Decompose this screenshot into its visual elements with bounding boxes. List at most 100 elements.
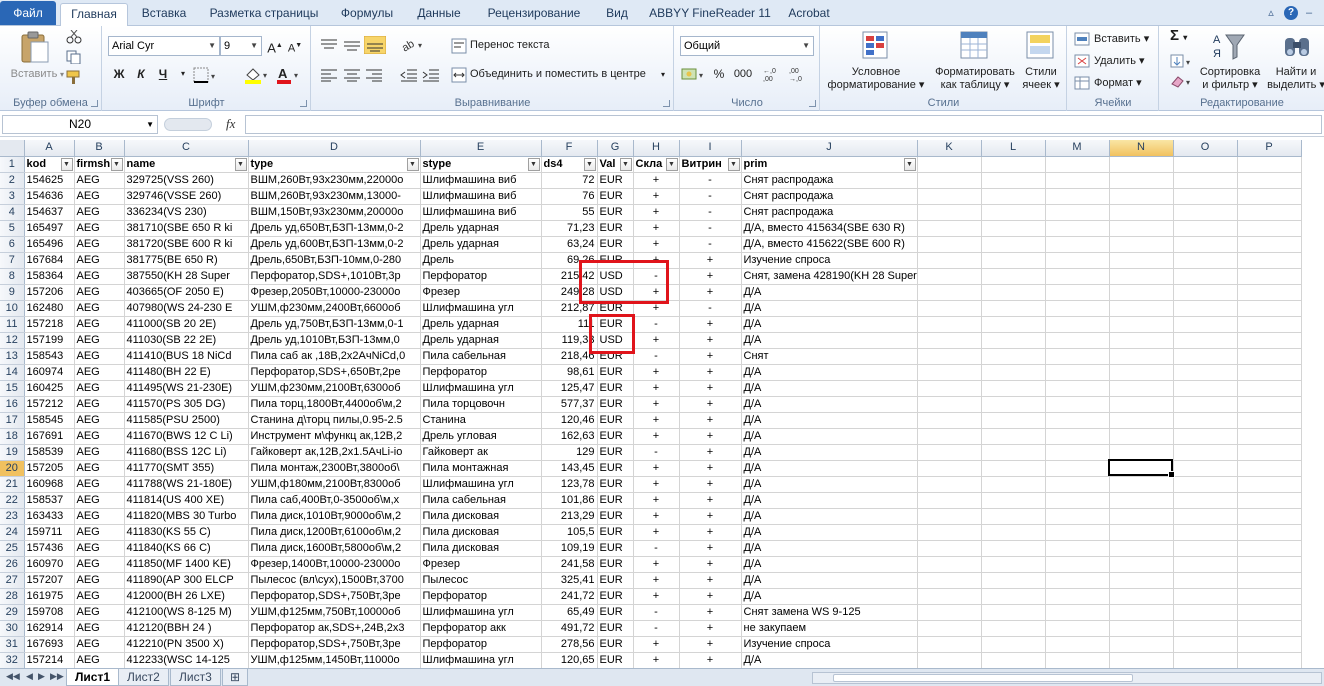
tab-abbyy[interactable]: ABBYY FineReader 11 xyxy=(644,3,776,26)
cell[interactable]: + xyxy=(633,492,680,509)
cell[interactable]: AEG xyxy=(74,620,125,637)
copy-icon[interactable] xyxy=(66,50,82,64)
cell[interactable] xyxy=(1109,316,1174,333)
align-left-icon[interactable] xyxy=(320,68,338,82)
cell[interactable] xyxy=(1109,252,1174,269)
cell[interactable]: + xyxy=(679,588,742,605)
cell[interactable]: не закупаем xyxy=(741,620,918,637)
cell[interactable]: 215,42 xyxy=(541,268,598,285)
cell[interactable] xyxy=(1109,412,1174,429)
cell[interactable]: Д/А xyxy=(741,572,918,589)
cell[interactable]: Д/А xyxy=(741,396,918,413)
cell[interactable]: EUR xyxy=(597,348,634,365)
insert-cells-button[interactable]: Вставить ▾ xyxy=(1094,33,1149,46)
cell[interactable] xyxy=(1173,620,1238,637)
cell[interactable]: + xyxy=(679,284,742,301)
cell[interactable]: Д/А xyxy=(741,540,918,557)
cell[interactable]: + xyxy=(633,172,680,189)
cell[interactable] xyxy=(1045,556,1110,573)
cell[interactable]: Перфоратор,SDS+,750Вт,3ре xyxy=(248,588,421,605)
percent-button[interactable]: % xyxy=(709,64,729,84)
cell[interactable]: 411030(SB 22 2E) xyxy=(124,332,249,349)
cell[interactable]: EUR xyxy=(597,620,634,637)
cell[interactable]: 411570(PS 305 DG) xyxy=(124,396,249,413)
cell[interactable]: 65,49 xyxy=(541,604,598,621)
header-cell[interactable]: type ▼ xyxy=(248,156,421,173)
cell[interactable]: Снят xyxy=(741,348,918,365)
align-middle-icon[interactable] xyxy=(343,38,361,52)
cell[interactable]: + xyxy=(633,636,680,653)
cell[interactable]: 411830(KS 55 C) xyxy=(124,524,249,541)
cell[interactable]: Пила дисковая xyxy=(420,524,542,541)
format-painter-icon[interactable] xyxy=(66,70,82,84)
cell[interactable]: 381710(SBE 650 R ki xyxy=(124,220,249,237)
cell[interactable]: + xyxy=(679,620,742,637)
cell[interactable]: УШМ,ф230мм,2100Вт,6300об xyxy=(248,380,421,397)
cell[interactable] xyxy=(917,652,982,668)
cell[interactable]: 105,5 xyxy=(541,524,598,541)
cell[interactable] xyxy=(1109,540,1174,557)
cell[interactable] xyxy=(1109,460,1174,477)
font-name-combo[interactable]: Arial Cyr ▼ xyxy=(108,36,220,56)
cell[interactable]: 407980(WS 24-230 E xyxy=(124,300,249,317)
cell[interactable]: 241,72 xyxy=(541,588,598,605)
cell[interactable]: EUR xyxy=(597,252,634,269)
tab-file[interactable]: Файл xyxy=(0,1,56,25)
cell[interactable] xyxy=(1109,156,1174,173)
cell[interactable] xyxy=(1173,156,1238,173)
row-header[interactable]: 7 xyxy=(0,252,25,269)
row-header[interactable]: 25 xyxy=(0,540,25,557)
cell[interactable]: Пила сабельная xyxy=(420,348,542,365)
cell[interactable] xyxy=(1109,524,1174,541)
cell[interactable]: EUR xyxy=(597,444,634,461)
cell[interactable] xyxy=(1237,220,1302,237)
cell[interactable]: Дрель xyxy=(420,252,542,269)
cell[interactable] xyxy=(1045,508,1110,525)
cell[interactable]: 412233(WSC 14-125 xyxy=(124,652,249,668)
cell[interactable]: 162,63 xyxy=(541,428,598,445)
cell[interactable] xyxy=(917,348,982,365)
row-header[interactable]: 29 xyxy=(0,604,25,621)
cell[interactable] xyxy=(1045,172,1110,189)
cell[interactable] xyxy=(1237,268,1302,285)
cell[interactable]: Пила сабельная xyxy=(420,492,542,509)
format-cells-icon[interactable] xyxy=(1074,76,1090,90)
cell[interactable]: EUR xyxy=(597,556,634,573)
cell[interactable]: 69,26 xyxy=(541,252,598,269)
column-header[interactable]: K xyxy=(917,140,982,157)
shrink-font-icon[interactable]: A▼ xyxy=(285,36,305,56)
cell[interactable] xyxy=(1109,236,1174,253)
cell[interactable]: EUR xyxy=(597,604,634,621)
row-header[interactable]: 9 xyxy=(0,284,25,301)
cell[interactable]: EUR xyxy=(597,236,634,253)
cell[interactable] xyxy=(981,316,1046,333)
cell[interactable]: AEG xyxy=(74,172,125,189)
cell[interactable]: EUR xyxy=(597,428,634,445)
cell[interactable] xyxy=(1045,220,1110,237)
insert-function-icon[interactable]: fx xyxy=(226,116,235,132)
cell[interactable]: + xyxy=(633,476,680,493)
cell[interactable] xyxy=(1109,492,1174,509)
cell[interactable]: 154636 xyxy=(24,188,75,205)
cell[interactable] xyxy=(1173,524,1238,541)
cell[interactable] xyxy=(1045,652,1110,668)
cell[interactable]: Д/А xyxy=(741,316,918,333)
cell[interactable] xyxy=(1237,636,1302,653)
cell[interactable]: + xyxy=(633,556,680,573)
cell[interactable]: AEG xyxy=(74,588,125,605)
column-header[interactable]: E xyxy=(420,140,542,157)
cell[interactable]: Перфоратор,SDS+,750Вт,3ре xyxy=(248,636,421,653)
cell[interactable]: + xyxy=(679,524,742,541)
cell[interactable]: AEG xyxy=(74,316,125,333)
cell[interactable]: 158545 xyxy=(24,412,75,429)
cell[interactable] xyxy=(981,172,1046,189)
number-format-combo[interactable]: Общий ▼ xyxy=(680,36,814,56)
cell[interactable] xyxy=(1173,652,1238,668)
row-header[interactable]: 15 xyxy=(0,380,25,397)
cell[interactable] xyxy=(1173,188,1238,205)
cell[interactable] xyxy=(1045,380,1110,397)
header-cell[interactable]: name ▼ xyxy=(124,156,249,173)
cell[interactable] xyxy=(1237,620,1302,637)
row-header[interactable]: 12 xyxy=(0,332,25,349)
cell[interactable]: 387550(KH 28 Super xyxy=(124,268,249,285)
